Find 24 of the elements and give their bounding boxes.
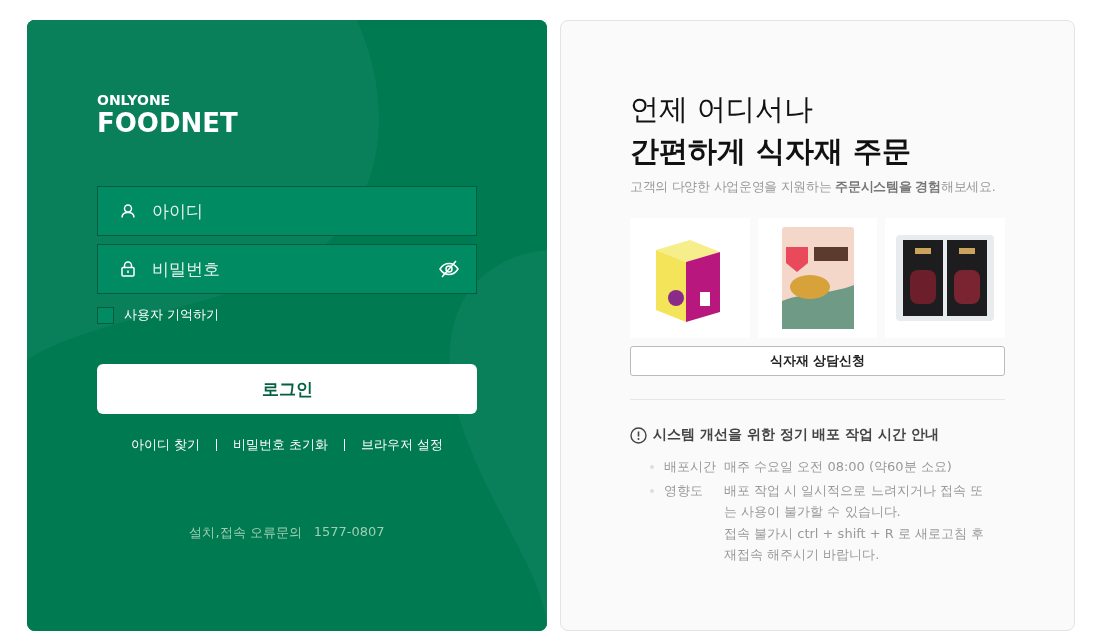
login-button[interactable]: 로그인 bbox=[97, 364, 477, 414]
headline: 언제 어디서나 bbox=[630, 91, 815, 128]
notice-text: 배포 작업 시 일시적으로 느려지거나 접속 또는 사용이 불가할 수 있습니다. bbox=[724, 481, 984, 521]
account-link[interactable]: 브라우저 설정 bbox=[361, 436, 444, 454]
notice-text: 접속 불가시 ctrl + shift + R 로 새로고침 후 재접속 해주시기 바랍니다. bbox=[724, 524, 986, 564]
logo: ONLYONE FOODNET bbox=[97, 92, 238, 138]
user-icon bbox=[121, 203, 135, 219]
id-field[interactable]: 아이디 bbox=[97, 186, 477, 236]
support-phone: 1577-0807 bbox=[313, 524, 385, 541]
notice-label: 영향도 bbox=[664, 481, 704, 500]
account-link[interactable]: 아이디 찾기 bbox=[130, 436, 200, 454]
hidden-eye-icon[interactable] bbox=[439, 260, 459, 278]
remember-label: 사용자 기억하기 bbox=[124, 306, 220, 324]
password-field[interactable]: 비밀번호 bbox=[97, 244, 477, 294]
info-icon bbox=[630, 426, 647, 444]
account-link[interactable]: 비밀번호 초기화 bbox=[232, 436, 329, 454]
notice-label: 배포시간 bbox=[664, 458, 717, 476]
notice-text: 매주 수요일 오전 08:00 (약60분 소요) bbox=[724, 458, 953, 476]
notice-title: 시스템 개선을 위한 정기 배포 작업 시간 안내 bbox=[653, 426, 940, 444]
support-label: 설치,접속 오류문의 bbox=[189, 524, 302, 542]
subtitle: 고객의 다양한 사업운영을 지원하는 주문시스템을 경험해보세요. bbox=[630, 179, 997, 196]
headline-strong: 간편하게 식자재 주문 bbox=[630, 133, 913, 170]
consult-button[interactable]: 식자재 상담신청 bbox=[630, 346, 1005, 376]
lock-icon bbox=[121, 261, 135, 277]
